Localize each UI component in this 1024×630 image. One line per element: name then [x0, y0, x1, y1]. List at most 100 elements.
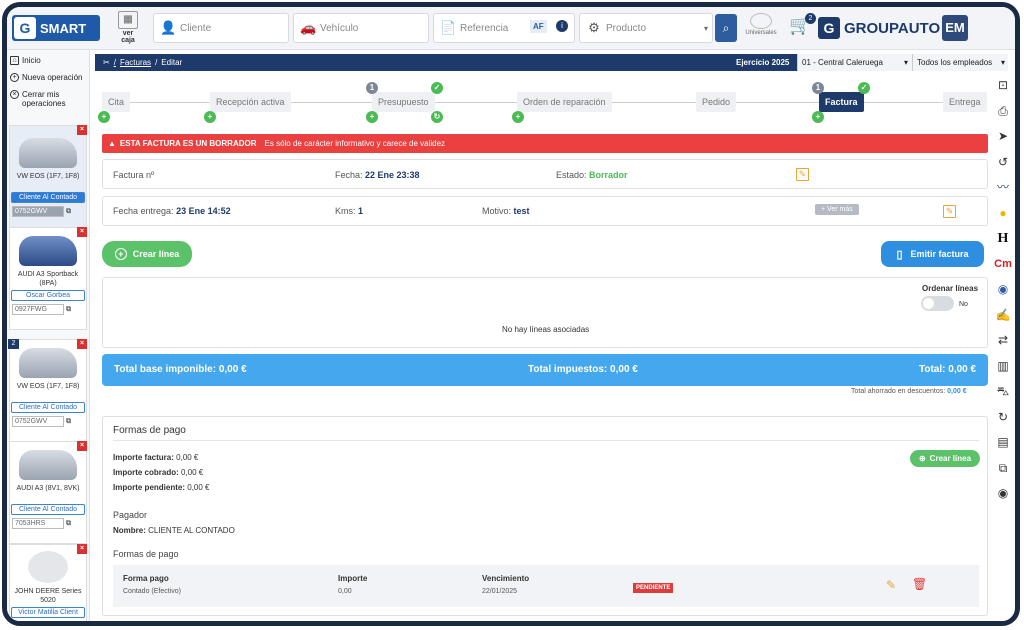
send-icon[interactable]: ➤ — [991, 124, 1015, 150]
transfer-icon[interactable]: ⇄ — [991, 328, 1015, 354]
chevron-down-icon: ▾ — [1000, 58, 1005, 67]
centro-select[interactable]: 01 - Central Caleruega ▾ — [797, 54, 912, 71]
add-circle-icon[interactable]: + — [204, 111, 216, 123]
ver-caja-button[interactable]: ▦ ver caja — [115, 11, 141, 45]
info-icon[interactable]: i — [556, 20, 568, 32]
ahorrado-label: Total ahorrado en descuentos: — [851, 388, 946, 395]
nombre-label: Nombre: — [113, 526, 146, 535]
copy-icon[interactable]: ⧉ — [66, 520, 71, 527]
add-circle-icon[interactable]: + — [812, 111, 824, 123]
estado-field: Estado: Borrador — [556, 170, 628, 180]
edit-icon[interactable]: ✎ — [796, 168, 809, 181]
vehicle-card[interactable]: × JOHN DEERE Series 5020 Victor Matilla … — [9, 544, 87, 621]
breadcrumb-editar: Editar — [161, 58, 183, 67]
emitir-label: Emitir factura — [910, 249, 969, 259]
step-entrega[interactable]: Entrega — [943, 92, 987, 112]
step-orden-reparacion[interactable]: Orden de reparación — [517, 92, 612, 112]
vehicle-name: AUDI A3 Sportback (8PA) — [17, 271, 79, 287]
h-logo-icon[interactable]: H — [991, 226, 1015, 252]
empleados-select[interactable]: Todos los empleados ▾ — [912, 54, 1008, 71]
nav-inicio[interactable]: ⌂ Inicio — [7, 56, 89, 65]
vehicle-name: VW EOS (1F7, 1F8) — [16, 173, 80, 180]
edit-icon[interactable]: ✎ — [943, 205, 956, 218]
client-tag[interactable]: Oscar Gorbea — [11, 290, 85, 301]
crear-linea-button[interactable]: + Crear línea — [102, 241, 192, 267]
copy-icon[interactable]: ⧉ — [66, 306, 71, 313]
vehicle-card[interactable]: × AUDI A3 (8V1, 8VK) Cliente Al Contado … — [9, 441, 87, 544]
producto-search-input[interactable]: ⚙ Producto ▾ — [579, 13, 713, 43]
af-badge[interactable]: AF — [530, 20, 547, 33]
chevron-down-icon: ▾ — [903, 58, 908, 67]
gt-logo-icon[interactable]: ◉ — [991, 277, 1015, 303]
nav-nueva-operacion[interactable]: + Nueva operación — [7, 73, 89, 82]
referencia-search-input[interactable]: 📄 Referencia AF i — [433, 13, 575, 43]
step-presupuesto[interactable]: Presupuesto — [372, 92, 435, 112]
user-avatar[interactable]: EM — [942, 15, 968, 41]
client-tag[interactable]: Cliente Al Contado — [11, 402, 85, 413]
ver-mas-button[interactable]: + Ver más — [815, 204, 859, 215]
print-icon[interactable]: ⎙ — [991, 99, 1015, 125]
client-tag[interactable]: Cliente Al Contado — [11, 192, 85, 203]
col-venc-header: Vencimiento — [482, 574, 530, 583]
shell-logo-icon[interactable]: ● — [991, 201, 1015, 227]
vehicle-card[interactable]: × VW EOS (1F7, 1F8) Cliente Al Contado 0… — [9, 125, 87, 228]
plus-circle-icon: + — [10, 73, 19, 82]
edit-icon[interactable]: ✎ — [886, 578, 896, 592]
close-icon[interactable]: × — [77, 544, 87, 554]
ordenar-lineas-toggle[interactable] — [921, 296, 954, 311]
document-icon[interactable]: ▤ — [991, 430, 1015, 456]
eye-icon[interactable]: ◉ — [991, 481, 1015, 507]
step-cita[interactable]: Cita — [102, 92, 131, 112]
cart-button[interactable]: 🛒 2 — [789, 13, 816, 36]
ejercicio-label[interactable]: Ejercicio 2025 — [736, 58, 789, 67]
vehicle-card[interactable]: × AUDI A3 Sportback (8PA) Oscar Gorbea 0… — [9, 227, 87, 330]
emitir-factura-button[interactable]: ▯ Emitir factura — [881, 241, 984, 267]
nav-cerrar-operaciones[interactable]: × Cerrar mis operaciones — [7, 90, 77, 108]
nav-cerrar-label: Cerrar mis operaciones — [22, 90, 66, 108]
history-icon[interactable]: ↺ — [991, 150, 1015, 176]
add-circle-icon[interactable]: + — [512, 111, 524, 123]
refresh-icon[interactable]: ↻ — [991, 405, 1015, 431]
cash-register-icon: ▦ — [118, 11, 138, 29]
external-link-icon[interactable]: ⧉ — [991, 456, 1015, 482]
close-icon[interactable]: × — [77, 125, 87, 135]
breadcrumb-facturas[interactable]: Facturas — [120, 58, 151, 67]
contact-card-icon[interactable]: ⊡ — [991, 73, 1015, 99]
wave-logo-icon[interactable]: 〰 — [991, 175, 1015, 201]
breadcrumb-bar: ✂ / Facturas / Editar Ejercicio 2025 01 - Ce… — [95, 54, 1008, 71]
app-logo[interactable]: G SMART — [12, 15, 100, 41]
copy-icon[interactable]: ⧉ — [66, 208, 71, 215]
formas-pago-heading: Formas de pago — [113, 549, 179, 559]
kms-label: Kms: — [335, 206, 356, 216]
step-factura[interactable]: Factura — [819, 92, 864, 112]
search-button[interactable]: ⌕ — [715, 14, 737, 42]
universales-button[interactable]: Universales — [743, 13, 779, 43]
vehicle-card[interactable]: 2 × VW EOS (1F7, 1F8) Cliente Al Contado… — [8, 339, 87, 442]
importe-cobrado-label: Importe cobrado: — [113, 468, 179, 477]
add-circle-icon[interactable]: + — [98, 111, 110, 123]
alert-title: ESTA FACTURA ES UN BORRADOR — [119, 139, 257, 148]
client-tag[interactable]: Cliente Al Contado — [11, 504, 85, 515]
payment-title: Formas de pago — [113, 425, 186, 436]
vehicle-name: AUDI A3 (8V1, 8VK) — [16, 485, 80, 492]
close-icon[interactable]: × — [77, 339, 87, 349]
cliente-search-input[interactable]: 👤 Cliente — [153, 13, 289, 43]
close-icon[interactable]: × — [77, 227, 87, 237]
plate-number: 0927FWG — [12, 304, 64, 315]
copy-icon[interactable]: ⧉ — [66, 418, 71, 425]
vehiculo-search-input[interactable]: 🚗 Vehículo — [293, 13, 429, 43]
add-circle-icon[interactable]: + — [366, 111, 378, 123]
app-window: G SMART ▦ ver caja 👤 Cliente 🚗 Vehículo 📄 Ref… — [2, 2, 1020, 626]
trash-icon[interactable]: 🗑 — [912, 577, 927, 591]
empty-lines-text: No hay líneas asociadas — [502, 325, 590, 334]
close-icon[interactable]: × — [77, 441, 87, 451]
car-outline-icon[interactable]: ⛍ — [991, 379, 1015, 405]
crear-linea-pago-button[interactable]: ⊕ Crear línea — [910, 450, 980, 467]
client-tag[interactable]: Victor Matilla Client — [11, 607, 85, 618]
step-recepcion[interactable]: Recepción activa — [210, 92, 291, 112]
signature-icon[interactable]: ✍ — [991, 303, 1015, 329]
step-pedido[interactable]: Pedido — [696, 92, 737, 112]
bar-chart-icon[interactable]: ▥ — [991, 354, 1015, 380]
refresh-icon[interactable]: ↻ — [431, 111, 443, 123]
cm-logo-icon[interactable]: Cm — [991, 252, 1015, 278]
